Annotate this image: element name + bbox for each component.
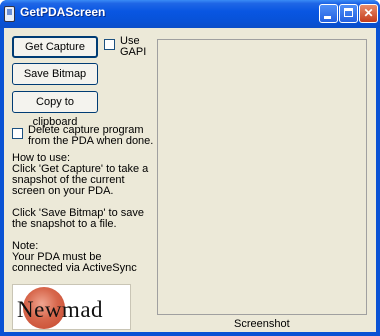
use-gapi-label[interactable]: Use GAPI [120, 36, 156, 58]
logo-text: Newmad [17, 297, 104, 322]
maximize-icon [344, 8, 353, 17]
minimize-icon [324, 16, 331, 19]
delete-program-checkbox[interactable] [12, 128, 23, 139]
delete-program-label[interactable]: Delete capture program from the PDA when… [28, 125, 168, 147]
title-bar[interactable]: GetPDAScreen ✕ [0, 0, 380, 28]
save-bitmap-button[interactable]: Save Bitmap [12, 63, 98, 85]
window-title: GetPDAScreen [20, 5, 106, 19]
app-window: GetPDAScreen ✕ Get Capture Use GAPI Save… [0, 0, 380, 336]
pda-app-icon[interactable] [4, 6, 15, 22]
newmad-logo: Newmad [12, 284, 131, 330]
instructions-text: How to use: Click 'Get Capture' to take … [12, 152, 149, 274]
get-capture-button[interactable]: Get Capture [12, 36, 98, 58]
use-gapi-checkbox[interactable] [104, 39, 115, 50]
screenshot-label: Screenshot [234, 318, 290, 330]
close-button[interactable]: ✕ [359, 4, 378, 23]
minimize-button[interactable] [319, 4, 338, 23]
copy-to-clipboard-button[interactable]: Copy to clipboard [12, 91, 98, 128]
client-area: Get Capture Use GAPI Save Bitmap Copy to… [4, 28, 376, 332]
screenshot-preview [157, 39, 367, 315]
close-icon: ✕ [363, 6, 374, 20]
maximize-button[interactable] [339, 4, 358, 23]
